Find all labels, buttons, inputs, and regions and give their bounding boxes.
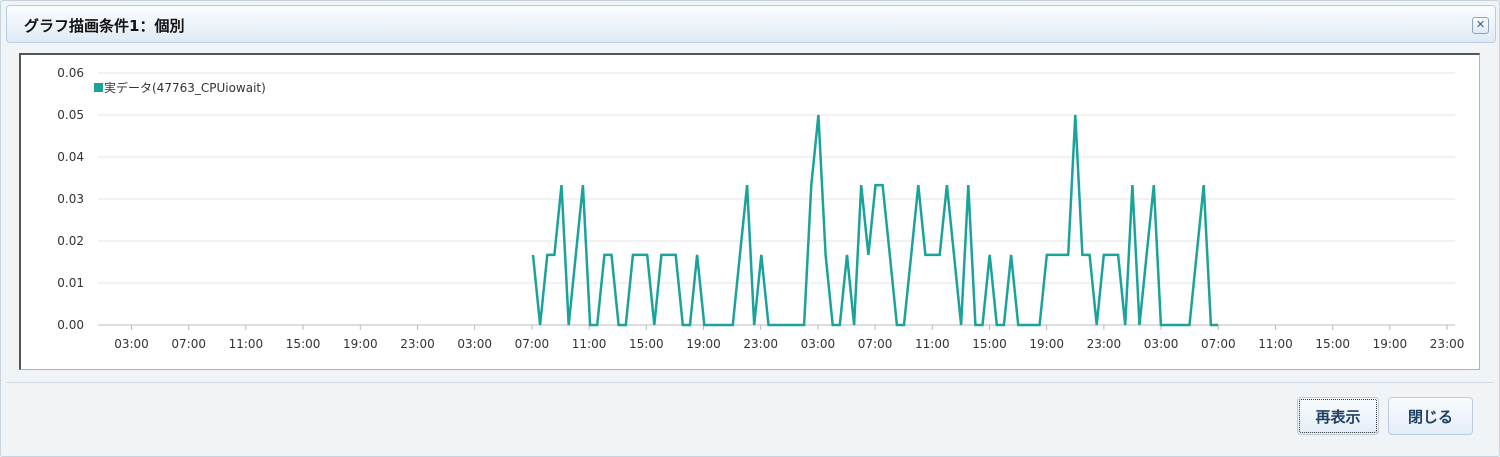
- x-tick-label: 11:00: [1258, 337, 1293, 351]
- x-tick-label: 03:00: [801, 337, 836, 351]
- dialog-title-bar[interactable]: グラフ描画条件1：個別 ✕: [6, 5, 1496, 43]
- footer-divider: [6, 382, 1494, 383]
- redisplay-button[interactable]: 再表示: [1297, 397, 1379, 435]
- x-tick-label: 07:00: [515, 337, 550, 351]
- x-tick-label: 11:00: [229, 337, 264, 351]
- x-tick-label: 15:00: [286, 337, 321, 351]
- legend-swatch: [94, 83, 103, 92]
- y-tick-label: 0.02: [57, 234, 84, 248]
- chart-grid: [98, 72, 1455, 326]
- series-layer: [531, 114, 1218, 327]
- x-tick-label: 15:00: [972, 337, 1007, 351]
- y-tick-label: 0.03: [57, 192, 84, 206]
- x-tick-label: 03:00: [1144, 337, 1179, 351]
- y-tick-label: 0.05: [57, 108, 84, 122]
- x-tick-label: 15:00: [629, 337, 664, 351]
- x-tick-label: 23:00: [743, 337, 778, 351]
- x-tick-label: 19:00: [343, 337, 378, 351]
- x-tick-label: 03:00: [114, 337, 149, 351]
- chart-panel: 0.00 0.01 0.02 0.03 0.04 0.05 0.06 03:00 07:00 1…: [19, 53, 1480, 370]
- close-icon[interactable]: ✕: [1472, 17, 1489, 34]
- legend-label: 実データ(47763_CPUiowait): [104, 80, 266, 95]
- close-button[interactable]: 閉じる: [1388, 397, 1473, 435]
- x-tick-label: 23:00: [1087, 337, 1122, 351]
- x-tick-label: 19:00: [1029, 337, 1064, 351]
- x-tick-label: 11:00: [915, 337, 950, 351]
- legend: 実データ(47763_CPUiowait): [94, 80, 266, 95]
- x-axis: 03:00 07:00 11:00 15:00 19:00 23:00 03:00 07:00…: [114, 325, 1464, 351]
- x-tick-label: 15:00: [1315, 337, 1350, 351]
- x-tick-label: 19:00: [1373, 337, 1408, 351]
- y-tick-label: 0.04: [57, 150, 84, 164]
- x-tick-label: 19:00: [686, 337, 721, 351]
- y-axis: 0.00 0.01 0.02 0.03 0.04 0.05 0.06: [57, 66, 84, 332]
- x-tick-label: 07:00: [171, 337, 206, 351]
- x-tick-label: 23:00: [1430, 337, 1465, 351]
- y-tick-label: 0.00: [57, 318, 84, 332]
- y-tick-label: 0.01: [57, 276, 84, 290]
- y-tick-label: 0.06: [57, 66, 84, 80]
- line-chart: 0.00 0.01 0.02 0.03 0.04 0.05 0.06 03:00 07:00 1…: [57, 66, 1464, 351]
- x-tick-label: 07:00: [858, 337, 893, 351]
- x-tick-label: 03:00: [457, 337, 492, 351]
- x-tick-label: 07:00: [1201, 337, 1236, 351]
- chart-dialog: グラフ描画条件1：個別 ✕ 0.00 0.01 0.02 0.03 0.04 0.05 0.…: [0, 0, 1500, 457]
- dialog-title: グラフ描画条件1：個別: [24, 17, 185, 35]
- x-tick-label: 11:00: [572, 337, 607, 351]
- series-line: [531, 114, 1218, 327]
- x-tick-label: 23:00: [400, 337, 435, 351]
